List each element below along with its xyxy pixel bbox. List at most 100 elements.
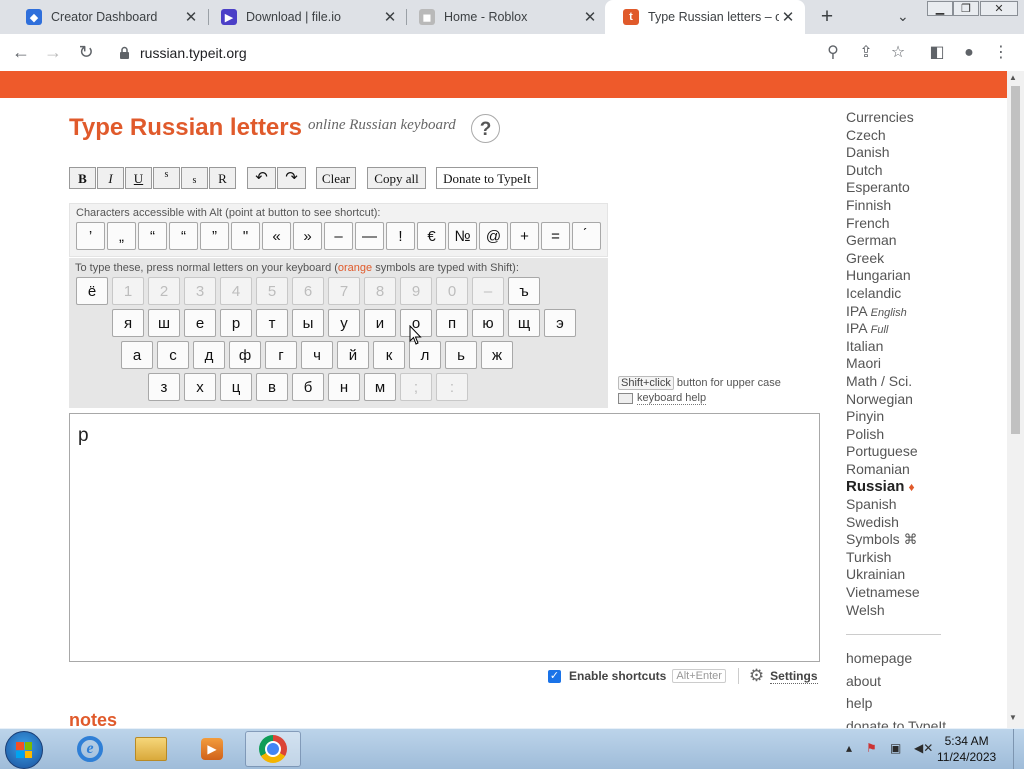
sidebar-language-link[interactable]: French xyxy=(846,215,996,233)
key[interactable]: й xyxy=(337,341,369,369)
sidebar-language-link[interactable]: Welsh xyxy=(846,602,996,620)
alt-key[interactable]: — xyxy=(355,222,384,250)
key[interactable]: 0 xyxy=(436,277,468,305)
tab-search-chevron-icon[interactable]: ⌄ xyxy=(897,8,909,25)
key[interactable]: г xyxy=(265,341,297,369)
key[interactable]: : xyxy=(436,373,468,401)
enable-shortcuts-label[interactable]: Enable shortcuts xyxy=(569,669,666,683)
sidebar-language-link[interactable]: Pinyin xyxy=(846,408,996,426)
key[interactable]: ф xyxy=(229,341,261,369)
alt-key[interactable]: » xyxy=(293,222,322,250)
superscript-button[interactable]: s xyxy=(153,167,180,189)
sidebar-language-link[interactable]: Spanish xyxy=(846,496,996,514)
taskbar-internet-explorer[interactable]: e xyxy=(62,731,118,767)
sidebar-language-link[interactable]: Swedish xyxy=(846,514,996,532)
underline-button[interactable]: U xyxy=(125,167,152,189)
key[interactable]: у xyxy=(328,309,360,337)
scroll-down-arrow-icon[interactable]: ▼ xyxy=(1009,713,1017,722)
alt-key[interactable]: @ xyxy=(479,222,508,250)
sidebar-language-link[interactable]: Danish xyxy=(846,144,996,162)
sidebar-language-link[interactable]: Math / Sci. xyxy=(846,373,996,391)
alt-key[interactable]: № xyxy=(448,222,477,250)
key[interactable]: ь xyxy=(445,341,477,369)
alt-key[interactable]: “ xyxy=(169,222,198,250)
tab-file-io[interactable]: ▶ Download | file.io ✕ xyxy=(203,0,407,34)
alt-key[interactable]: “ xyxy=(138,222,167,250)
settings-link[interactable]: Settings xyxy=(770,669,818,684)
key[interactable]: 8 xyxy=(364,277,396,305)
undo-button[interactable]: ↶ xyxy=(247,167,276,189)
key[interactable]: ю xyxy=(472,309,504,337)
key[interactable]: ; xyxy=(400,373,432,401)
key[interactable]: щ xyxy=(508,309,540,337)
text-editor[interactable]: р xyxy=(69,413,820,662)
close-window-button[interactable]: ✕ xyxy=(980,1,1018,16)
alt-key[interactable]: ” xyxy=(200,222,229,250)
enable-shortcuts-checkbox[interactable]: ✓ xyxy=(548,669,561,683)
sidebar-language-link[interactable]: Icelandic xyxy=(846,285,996,303)
show-desktop-button[interactable] xyxy=(1013,729,1024,769)
back-arrow-icon[interactable]: ← xyxy=(9,40,33,64)
key[interactable]: к xyxy=(373,341,405,369)
keyboard-help-link[interactable]: keyboard help xyxy=(618,392,707,405)
sidebar-language-link[interactable]: Ukrainian xyxy=(846,566,996,584)
volume-muted-icon[interactable]: ◀✕ xyxy=(914,741,933,755)
redo-button[interactable]: ↷ xyxy=(277,167,306,189)
sidebar-language-link[interactable]: Vietnamese xyxy=(846,584,996,602)
scrollbar-thumb[interactable] xyxy=(1011,86,1020,434)
sidebar-language-link[interactable]: Finnish xyxy=(846,197,996,215)
key[interactable]: е xyxy=(184,309,216,337)
alt-key[interactable]: « xyxy=(262,222,291,250)
side-panel-icon[interactable]: ◧ xyxy=(926,42,948,64)
tray-expand-chevron-icon[interactable]: ▴ xyxy=(846,741,852,755)
key[interactable]: ж xyxy=(481,341,513,369)
sidebar-language-link[interactable]: Dutch xyxy=(846,162,996,180)
scroll-up-arrow-icon[interactable]: ▲ xyxy=(1009,73,1017,82)
key[interactable]: ы xyxy=(292,309,324,337)
sidebar-language-link[interactable]: Norwegian xyxy=(846,391,996,409)
sidebar-language-link[interactable]: IPA Full xyxy=(846,320,996,338)
key[interactable]: ё xyxy=(76,277,108,305)
sidebar-language-link[interactable]: Maori xyxy=(846,355,996,373)
remove-format-button[interactable]: R xyxy=(209,167,236,189)
alt-key[interactable]: – xyxy=(324,222,353,250)
close-tab-icon[interactable]: ✕ xyxy=(381,8,399,26)
profile-avatar-icon[interactable]: ● xyxy=(958,42,980,64)
key[interactable]: ч xyxy=(301,341,333,369)
key[interactable]: с xyxy=(157,341,189,369)
address-bar[interactable]: russian.typeit.org xyxy=(108,38,850,67)
sidebar-site-link[interactable]: help xyxy=(846,692,946,715)
forward-arrow-icon[interactable]: → xyxy=(41,40,65,64)
copy-all-button[interactable]: Copy all xyxy=(367,167,426,189)
donate-button[interactable]: Donate to TypeIt xyxy=(436,167,538,189)
sidebar-language-link[interactable]: Italian xyxy=(846,338,996,356)
alt-key[interactable]: € xyxy=(417,222,446,250)
sidebar-language-link[interactable]: Currencies xyxy=(846,109,996,127)
alt-key[interactable]: „ xyxy=(107,222,136,250)
action-center-flag-icon[interactable]: ⚑ xyxy=(866,741,877,755)
close-tab-icon[interactable]: ✕ xyxy=(581,8,599,26)
key[interactable]: 5 xyxy=(256,277,288,305)
maximize-window-button[interactable]: ❐ xyxy=(953,1,979,16)
taskbar-file-explorer[interactable] xyxy=(123,731,179,767)
sidebar-site-link[interactable]: homepage xyxy=(846,647,946,670)
sidebar-language-link[interactable]: Greek xyxy=(846,250,996,268)
sidebar-language-link[interactable]: Romanian xyxy=(846,461,996,479)
reload-icon[interactable]: ↻ xyxy=(74,40,98,64)
alt-key[interactable]: ’ xyxy=(76,222,105,250)
key[interactable]: ш xyxy=(148,309,180,337)
share-icon[interactable]: ⇪ xyxy=(855,42,877,64)
key[interactable]: х xyxy=(184,373,216,401)
alt-key[interactable]: + xyxy=(510,222,539,250)
sidebar-language-link[interactable]: Turkish xyxy=(846,549,996,567)
clear-button[interactable]: Clear xyxy=(316,167,356,189)
network-icon[interactable]: ▣ xyxy=(890,741,901,755)
key[interactable]: 2 xyxy=(148,277,180,305)
sidebar-language-link[interactable]: Esperanto xyxy=(846,179,996,197)
search-icon[interactable]: ⚲ xyxy=(822,42,844,64)
bookmark-star-icon[interactable]: ☆ xyxy=(887,42,909,64)
menu-kebab-icon[interactable]: ⋮ xyxy=(990,42,1012,64)
alt-key[interactable]: ́ xyxy=(572,222,601,250)
key[interactable]: б xyxy=(292,373,324,401)
key[interactable]: а xyxy=(121,341,153,369)
